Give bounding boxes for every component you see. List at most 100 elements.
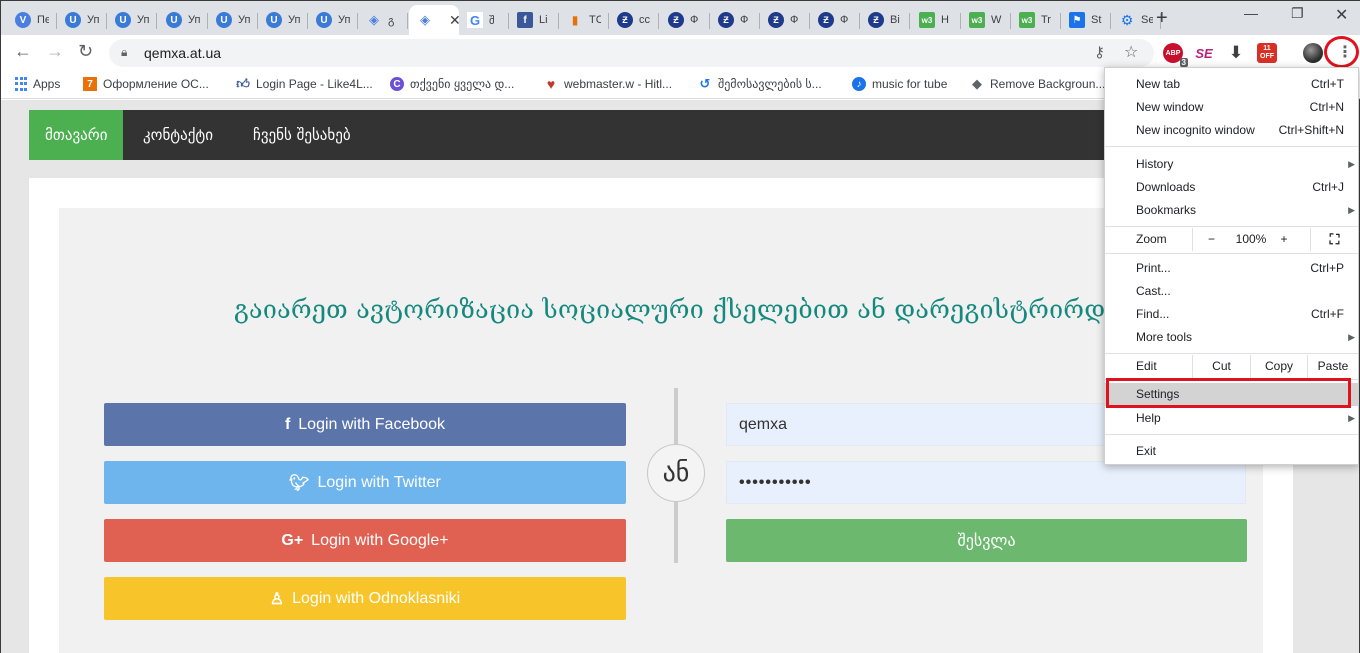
login-odnoklassniki-button[interactable]: ♙ Login with Odnoklasniki — [104, 577, 626, 620]
password-field[interactable]: ••••••••••• — [726, 461, 1246, 504]
ucoz-icon: U — [216, 12, 232, 28]
reload-button[interactable]: ↻ — [78, 41, 93, 62]
close-tab-icon[interactable]: ✕ — [449, 12, 459, 29]
menu-label: New tab — [1136, 77, 1181, 91]
nav-home[interactable]: მთავარი — [29, 110, 124, 160]
ucoz-icon: U — [115, 12, 131, 28]
login-facebook-button[interactable]: f Login with Facebook — [104, 403, 626, 446]
browser-tab[interactable]: ◈ გ — [358, 5, 408, 35]
browser-tab[interactable]: f Li — [509, 5, 559, 35]
browser-tab[interactable]: ⚑ St — [1061, 5, 1111, 35]
seven-icon: 7 — [83, 77, 97, 91]
menu-exit[interactable]: Exit — [1105, 440, 1358, 463]
login-twitter-button[interactable]: 🐦︎ Login with Twitter — [104, 461, 626, 504]
tab-title: St — [1091, 14, 1102, 26]
submenu-arrow-icon: ▶ — [1348, 205, 1355, 215]
odnoklassniki-icon: ♙ — [269, 590, 285, 608]
profile-avatar[interactable] — [1303, 43, 1323, 63]
menu-new-tab[interactable]: New tab Ctrl+T — [1105, 73, 1358, 96]
menu-find[interactable]: Find... Ctrl+F — [1105, 303, 1358, 326]
browser-tab[interactable]: ƵФ — [660, 5, 710, 35]
browser-tab[interactable]: Ƶ Вi — [860, 5, 910, 35]
bookmark-apps[interactable]: Apps — [15, 77, 60, 91]
address-bar[interactable]: 🔒︎ qemxa.at.ua ⚷ ☆ — [109, 39, 1154, 67]
cut-button[interactable]: Cut — [1192, 355, 1250, 378]
bookmark-item[interactable]: ◆ Remove Backgroun... — [970, 76, 1105, 91]
browser-tab[interactable]: ▮ TC — [559, 5, 609, 35]
menu-zoom-row: Zoom − 100% + ⛶ — [1105, 228, 1358, 251]
tab-separator — [759, 13, 760, 29]
menu-help[interactable]: Help ▶ — [1105, 407, 1358, 430]
menu-cast[interactable]: Cast... — [1105, 280, 1358, 303]
minimize-button[interactable]: — — [1244, 5, 1258, 21]
menu-history[interactable]: History ▶ — [1105, 153, 1358, 176]
browser-tab[interactable]: ⚙ Se — [1111, 5, 1161, 35]
menu-downloads[interactable]: Downloads Ctrl+J — [1105, 176, 1358, 199]
login-google-button[interactable]: G+ Login with Google+ — [104, 519, 626, 562]
off-extension-icon[interactable]: 11 OFF — [1257, 43, 1277, 63]
browser-tab[interactable]: Ƶcc — [609, 5, 659, 35]
forward-button[interactable]: → — [46, 41, 64, 62]
nav-about[interactable]: ჩვენს შესახებ — [253, 110, 351, 160]
browser-tab[interactable]: U Уп — [208, 5, 258, 35]
zoom-out-button[interactable]: − — [1192, 228, 1230, 251]
browser-tab[interactable]: w3 Tr — [1011, 5, 1061, 35]
browser-tab[interactable]: w3 W — [961, 5, 1011, 35]
new-tab-button[interactable]: + — [1156, 7, 1168, 30]
menu-new-incognito[interactable]: New incognito window Ctrl+Shift+N — [1105, 119, 1358, 142]
button-label: Login with Twitter — [317, 473, 441, 491]
maximize-button[interactable]: ❐ — [1291, 5, 1304, 22]
key-icon[interactable]: ⚷ — [1094, 43, 1105, 61]
submenu-arrow-icon: ▶ — [1348, 332, 1355, 342]
nav-contact[interactable]: კონტაქტი — [143, 110, 213, 160]
browser-tab[interactable]: ƵФ — [810, 5, 860, 35]
bookmark-item[interactable]: ♥ webmaster.w - Hitl... — [544, 76, 672, 92]
copy-button[interactable]: Copy — [1250, 355, 1307, 378]
menu-separator — [1105, 146, 1358, 147]
tab-title: გ — [388, 14, 395, 27]
menu-shortcut: Ctrl+P — [1310, 261, 1344, 275]
browser-tab[interactable]: ◈ ✕ — [409, 5, 459, 35]
browser-tab[interactable]: U Уп — [258, 5, 308, 35]
menu-shortcut: Ctrl+F — [1311, 307, 1344, 321]
menu-label: Cast... — [1136, 284, 1171, 298]
menu-more-tools[interactable]: More tools ▶ — [1105, 326, 1358, 349]
browser-tab[interactable]: w3 Н — [911, 5, 961, 35]
flag-icon: ⚑ — [1069, 12, 1085, 28]
bookmark-item[interactable]: C თქვენი ყველა დ... — [390, 77, 514, 91]
fullscreen-icon[interactable]: ⛶ — [1310, 228, 1358, 251]
menu-print[interactable]: Print... Ctrl+P — [1105, 257, 1358, 280]
menu-edit-row: Edit Cut Copy Paste — [1105, 355, 1358, 378]
paste-button[interactable]: Paste — [1307, 355, 1358, 378]
bookmark-item[interactable]: ↺ შემოსავლების ს... — [698, 76, 822, 91]
browser-tab[interactable]: U Уп — [57, 5, 107, 35]
tab-separator — [1010, 13, 1011, 29]
c-logo-icon: C — [390, 77, 404, 91]
browser-tab[interactable]: V Пе — [7, 5, 57, 35]
bookmark-label: Оформление ОС... — [103, 77, 209, 91]
bookmark-item[interactable]: 7 Оформление ОС... — [83, 77, 209, 91]
login-submit-button[interactable]: შესვლა — [726, 519, 1247, 562]
tab-title: Ф — [690, 14, 699, 26]
browser-tab[interactable]: ƵФ — [710, 5, 760, 35]
bookmark-item[interactable]: ♪ music for tube — [852, 77, 947, 91]
browser-tab[interactable]: U Уп — [308, 5, 358, 35]
zoom-in-button[interactable]: + — [1272, 228, 1296, 251]
zeta-icon: Ƶ — [718, 12, 734, 28]
browser-tab[interactable]: Gშ — [459, 5, 509, 35]
browser-tab[interactable]: U Уп — [158, 5, 208, 35]
close-window-button[interactable]: ✕ — [1335, 5, 1348, 25]
browser-tab[interactable]: U Уп — [107, 5, 157, 35]
menu-bookmarks[interactable]: Bookmarks ▶ — [1105, 199, 1358, 222]
download-icon[interactable]: ⬇ — [1226, 43, 1246, 63]
tab-separator — [56, 13, 57, 29]
tab-title: Н — [941, 14, 949, 26]
bookmark-item[interactable]: 👍︎ Login Page - Like4L... — [236, 76, 373, 91]
menu-new-window[interactable]: New window Ctrl+N — [1105, 96, 1358, 119]
back-button[interactable]: ← — [14, 41, 32, 62]
adblock-extension-icon[interactable]: ABP 3 — [1163, 43, 1188, 67]
browser-tab[interactable]: ƵФ — [760, 5, 810, 35]
bookmark-star-icon[interactable]: ☆ — [1124, 42, 1138, 62]
se-extension-icon[interactable]: SE — [1194, 43, 1214, 63]
w3-icon: w3 — [919, 12, 935, 28]
